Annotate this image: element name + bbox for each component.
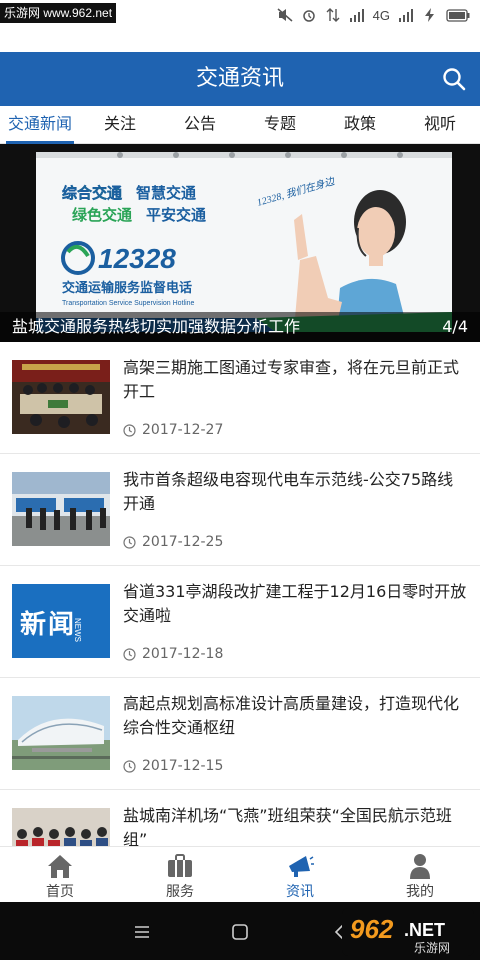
clock-icon — [123, 535, 136, 549]
page-title: 交通资讯 — [195, 66, 284, 91]
news-date: 2017-12-25 — [142, 534, 224, 550]
thumb-news-text-en: NEWS — [73, 618, 82, 642]
news-title: 省道331亭湖段改扩建工程于12月16日零时开放交通啦 — [123, 582, 467, 625]
meeting-photo — [12, 360, 110, 434]
status-icons: 4G — [277, 6, 470, 24]
svg-text:962: 962 — [350, 914, 394, 944]
home-icon — [48, 855, 72, 878]
news-item[interactable]: 盐城南洋机场“飞燕”班组荣获“全国民航示范班组” — [0, 790, 480, 846]
network-type: 4G — [372, 7, 390, 23]
banner-counter: 4/4 — [442, 317, 468, 336]
bus-launch-photo — [12, 472, 110, 546]
nav-news-label: 资讯 — [286, 884, 314, 900]
tab-topic[interactable]: 专题 — [240, 106, 320, 143]
hotline-english: Transportation Service Supervision Hotli… — [62, 300, 195, 307]
thumb-news-text: 新闻 — [20, 610, 77, 639]
alarm-icon — [302, 10, 315, 22]
tab-follow[interactable]: 关注 — [80, 106, 160, 143]
news-date-row: 2017-12-18 — [123, 644, 223, 664]
banner-carousel[interactable]: 综合交通 智慧交通 绿色交通 平安交通 12328 交通运输服务监督电话 Tra… — [0, 144, 480, 342]
news-list: 高架三期施工图通过专家审查，将在元旦前正式开工 2017-12-27 我市首条超… — [0, 342, 480, 846]
hub-rendering — [12, 696, 110, 770]
search-icon[interactable] — [440, 65, 468, 93]
clock-icon — [123, 647, 136, 661]
tab-video[interactable]: 视听 — [400, 106, 480, 143]
news-title: 我市首条超级电容现代电车示范线-公交75路线开通 — [123, 470, 454, 513]
slogan-1: 综合交通 — [62, 184, 122, 202]
news-date-row: 2017-12-15 — [123, 756, 223, 776]
data-arrows-icon — [326, 8, 340, 22]
slogan-2: 智慧交通 — [136, 184, 196, 202]
nav-home-label: 首页 — [46, 884, 74, 900]
nav-mine[interactable]: 我的 — [360, 847, 480, 902]
nav-service-label: 服务 — [166, 884, 194, 900]
slogan-3: 绿色交通 — [72, 206, 132, 224]
slogan-4: 平安交通 — [146, 206, 206, 224]
nav-home[interactable]: 首页 — [0, 847, 120, 902]
hotline-billboard: 综合交通 智慧交通 绿色交通 平安交通 12328 交通运输服务监督电话 Tra… — [36, 152, 452, 332]
hotline-number: 12328 — [98, 243, 176, 274]
clock-icon — [123, 423, 136, 437]
tab-notice[interactable]: 公告 — [160, 106, 240, 143]
news-date-row: 2017-12-25 — [123, 532, 223, 552]
status-bar: 乐游网 www.962.net 4G — [0, 0, 480, 30]
app-screen: 乐游网 www.962.net 4G 交通资讯 交通新闻 关注 公告 专题 政策… — [0, 0, 480, 960]
bottom-navigation: 首页 服务 资讯 我的 — [0, 846, 480, 902]
banner-image: 综合交通 智慧交通 绿色交通 平安交通 12328 交通运输服务监督电话 Tra… — [36, 152, 452, 332]
category-tabs: 交通新闻 关注 公告 专题 政策 视听 — [0, 106, 480, 144]
news-thumbnail — [12, 696, 110, 770]
clock-icon — [123, 759, 136, 773]
news-item[interactable]: 新闻 NEWS 省道331亭湖段改扩建工程于12月16日零时开放交通啦 2017… — [0, 566, 480, 678]
news-date: 2017-12-18 — [142, 646, 224, 662]
news-item[interactable]: 我市首条超级电容现代电车示范线-公交75路线开通 2017-12-25 — [0, 454, 480, 566]
news-thumbnail: 新闻 NEWS — [12, 584, 110, 658]
news-date: 2017-12-27 — [142, 422, 224, 438]
news-item[interactable]: 高架三期施工图通过专家审查，将在元旦前正式开工 2017-12-27 — [0, 342, 480, 454]
signal-icon — [349, 9, 364, 22]
briefcase-icon — [168, 854, 192, 877]
news-title: 高起点规划高标准设计高质量建设，打造现代化综合性交通枢纽 — [123, 694, 460, 737]
tab-traffic-news[interactable]: 交通新闻 — [0, 106, 80, 144]
svg-text:.NET: .NET — [404, 920, 445, 940]
news-date-row: 2017-12-27 — [123, 420, 223, 440]
nav-mine-label: 我的 — [406, 884, 434, 900]
hotline-name: 交通运输服务监督电话 — [62, 280, 192, 295]
news-date: 2017-12-15 — [142, 758, 224, 774]
megaphone-icon — [289, 856, 314, 877]
nav-service[interactable]: 服务 — [120, 847, 240, 902]
menu-icon[interactable] — [132, 922, 152, 942]
tab-policy[interactable]: 政策 — [320, 106, 400, 143]
battery-icon — [446, 8, 470, 22]
team-photo — [12, 808, 110, 846]
app-header: 交通资讯 — [0, 52, 480, 106]
home-button-icon[interactable] — [230, 922, 250, 942]
mute-icon — [277, 8, 293, 22]
signal-icon — [399, 9, 413, 22]
news-title: 盐城南洋机场“飞燕”班组荣获“全国民航示范班组” — [123, 806, 452, 846]
news-title: 高架三期施工图通过专家审查，将在元旦前正式开工 — [123, 358, 460, 401]
news-item[interactable]: 高起点规划高标准设计高质量建设，打造现代化综合性交通枢纽 2017-12-15 — [0, 678, 480, 790]
svg-text:乐游网: 乐游网 — [414, 941, 450, 955]
charging-icon — [425, 8, 434, 22]
watermark-text: 乐游网 www.962.net — [0, 3, 117, 23]
person-icon — [410, 854, 430, 879]
news-thumbnail — [12, 808, 110, 846]
nav-news[interactable]: 资讯 — [240, 847, 360, 902]
news-thumbnail — [12, 360, 110, 434]
banner-caption: 盐城交通服务热线切实加强数据分析工作 — [12, 317, 301, 336]
site-watermark-logo: 962 .NET 乐游网 — [342, 908, 474, 956]
news-thumbnail — [12, 472, 110, 546]
